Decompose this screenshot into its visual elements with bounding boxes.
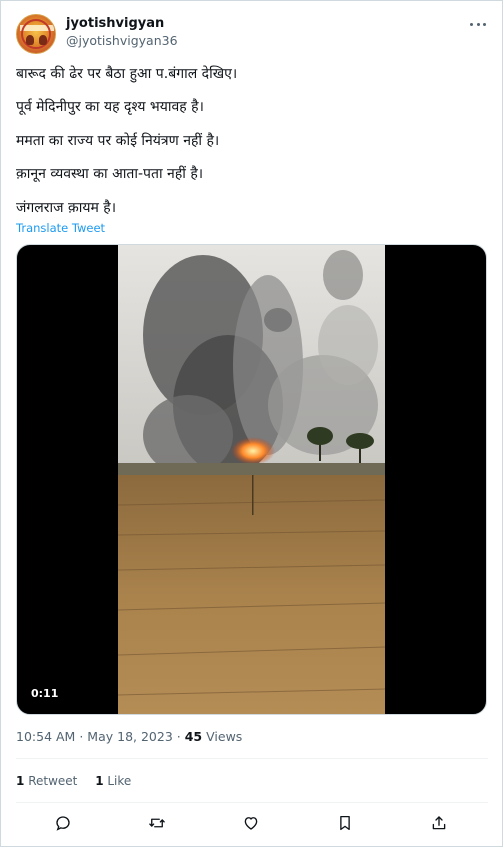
profile-avatar[interactable] xyxy=(16,14,56,54)
divider xyxy=(16,802,488,803)
like-icon xyxy=(244,817,258,830)
meta-separator: · xyxy=(79,729,84,744)
reply-icon xyxy=(56,816,70,831)
more-dot-icon xyxy=(483,22,486,26)
retweet-icon xyxy=(149,818,165,828)
more-dot-icon xyxy=(470,22,473,26)
action-bar xyxy=(1,809,503,837)
tweet-time: 10:54 AM xyxy=(16,729,76,744)
engagement-stats: 1 Retweet 1 Like xyxy=(16,773,145,789)
author-display-name[interactable]: jyotishvigyan xyxy=(66,16,164,32)
tweet-timestamp[interactable]: 10:54 AM · May 18, 2023 · 45 Views xyxy=(16,729,242,745)
more-options-button[interactable] xyxy=(467,16,489,32)
divider xyxy=(16,758,488,759)
bookmark-icon xyxy=(340,815,350,831)
tweet-text-line: बारूद की ढेर पर बैठा हुआ प.बंगाल देखिए। xyxy=(16,66,238,82)
translate-tweet-link[interactable]: Translate Tweet xyxy=(16,221,105,235)
more-dot-icon xyxy=(476,22,480,26)
reply-button[interactable] xyxy=(51,811,75,835)
tweet-text-line: पूर्व मेदिनीपुर का यह दृश्य भयावह है। xyxy=(16,99,204,115)
views-count: 45 xyxy=(184,729,203,744)
tweet-text-line: जंगलराज क़ायम है। xyxy=(16,200,117,216)
author-handle[interactable]: @jyotishvigyan36 xyxy=(66,33,178,49)
avatar-figure-left xyxy=(26,35,34,45)
tweet-card: jyotishvigyan @jyotishvigyan36 बारूद की … xyxy=(0,0,503,847)
retweets-stat[interactable]: 1 Retweet xyxy=(16,773,77,789)
share-icon xyxy=(432,816,446,830)
likes-label: Like xyxy=(107,774,132,788)
likes-count: 1 xyxy=(95,774,104,788)
retweets-count: 1 xyxy=(16,774,25,788)
like-button[interactable] xyxy=(239,811,263,835)
video-frame xyxy=(118,245,385,714)
tweet-text-line: क़ानून व्यवस्था का आता-पता नहीं है। xyxy=(16,166,204,182)
avatar-figure-right xyxy=(39,35,47,45)
tweet-date: May 18, 2023 xyxy=(87,729,173,744)
video-duration-badge: 0:11 xyxy=(26,685,64,703)
retweets-label: Retweet xyxy=(28,774,78,788)
tweet-text-line: ममता का राज्य पर कोई नियंत्रण नहीं है। xyxy=(16,133,220,149)
retweet-button[interactable] xyxy=(145,811,169,835)
video-player[interactable]: 0:11 xyxy=(16,244,487,715)
likes-stat[interactable]: 1 Like xyxy=(95,773,131,789)
bookmark-button[interactable] xyxy=(333,811,357,835)
avatar-ring xyxy=(21,19,51,49)
share-button[interactable] xyxy=(427,811,451,835)
meta-separator: · xyxy=(176,729,181,744)
views-label: Views xyxy=(206,729,243,744)
